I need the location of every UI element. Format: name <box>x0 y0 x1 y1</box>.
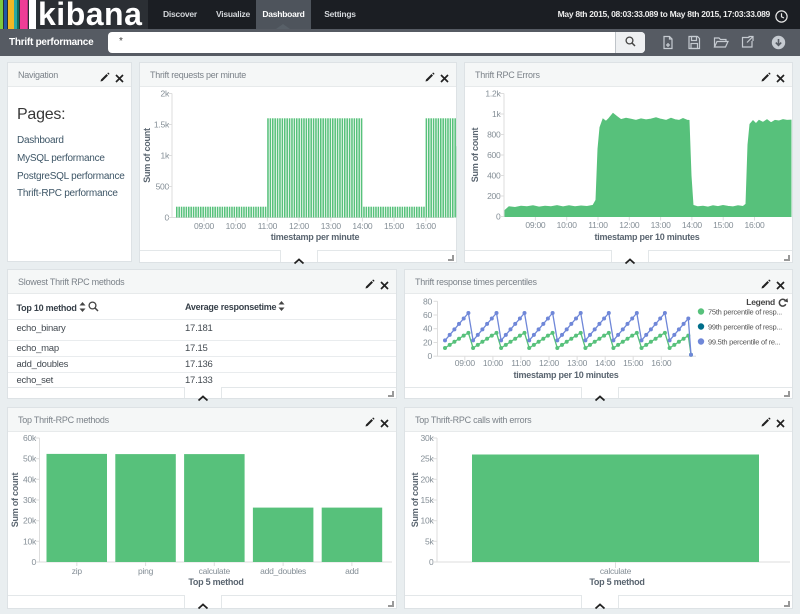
svg-text:timestamp per minute: timestamp per minute <box>271 232 360 242</box>
svg-text:12:00: 12:00 <box>539 358 560 368</box>
svg-text:timestamp per 10 minutes: timestamp per 10 minutes <box>594 232 699 242</box>
svg-text:09:00: 09:00 <box>455 358 476 368</box>
svg-text:11:00: 11:00 <box>258 221 278 231</box>
svg-text:40: 40 <box>423 324 432 334</box>
svg-text:Legend: Legend <box>746 297 775 307</box>
svg-text:400: 400 <box>487 171 501 181</box>
svg-text:15:00: 15:00 <box>623 358 644 368</box>
svg-text:75th percentile of resp...: 75th percentile of resp... <box>708 308 782 317</box>
svg-text:50k: 50k <box>23 454 37 464</box>
svg-text:calculate: calculate <box>199 566 231 576</box>
svg-text:timestamp per 10 minutes: timestamp per 10 minutes <box>513 370 618 380</box>
svg-text:14:00: 14:00 <box>682 220 703 230</box>
svg-text:Top 5 method: Top 5 method <box>589 577 644 587</box>
svg-text:10:00: 10:00 <box>226 221 247 231</box>
svg-text:Top 5 method: Top 5 method <box>188 577 243 587</box>
svg-text:500: 500 <box>156 182 170 192</box>
svg-text:15:00: 15:00 <box>713 220 734 230</box>
svg-text:16:00: 16:00 <box>651 358 672 368</box>
svg-text:09:00: 09:00 <box>194 221 215 231</box>
svg-text:14:00: 14:00 <box>595 358 616 368</box>
svg-text:Sum of count: Sum of count <box>142 128 152 183</box>
svg-text:30k: 30k <box>421 433 435 443</box>
svg-text:12:00: 12:00 <box>289 221 310 231</box>
svg-text:10k: 10k <box>23 536 37 546</box>
svg-text:13:00: 13:00 <box>567 358 588 368</box>
svg-text:60k: 60k <box>23 433 37 443</box>
svg-text:11:00: 11:00 <box>588 220 608 230</box>
svg-text:15:00: 15:00 <box>384 221 405 231</box>
svg-text:40k: 40k <box>23 474 37 484</box>
svg-text:13:00: 13:00 <box>651 220 672 230</box>
svg-text:10k: 10k <box>421 516 435 526</box>
svg-text:25k: 25k <box>421 454 435 464</box>
svg-text:14:00: 14:00 <box>352 221 373 231</box>
svg-text:12:00: 12:00 <box>619 220 640 230</box>
svg-text:add_doubles: add_doubles <box>260 566 306 576</box>
svg-text:99th percentile of resp...: 99th percentile of resp... <box>708 323 782 332</box>
svg-text:1.2k: 1.2k <box>485 89 501 99</box>
svg-text:10:00: 10:00 <box>483 358 504 368</box>
svg-text:20k: 20k <box>23 516 37 526</box>
svg-text:20: 20 <box>423 338 432 348</box>
svg-text:200: 200 <box>487 191 501 201</box>
svg-text:zip: zip <box>72 566 83 576</box>
svg-text:15k: 15k <box>421 495 435 505</box>
svg-text:16:00: 16:00 <box>744 220 765 230</box>
svg-text:calculate: calculate <box>600 566 632 576</box>
svg-text:60: 60 <box>423 310 432 320</box>
svg-text:09:00: 09:00 <box>525 220 546 230</box>
svg-text:1.5k: 1.5k <box>154 120 170 130</box>
svg-text:20k: 20k <box>421 474 435 484</box>
svg-text:11:00: 11:00 <box>511 358 531 368</box>
svg-text:add: add <box>345 566 359 576</box>
svg-text:80: 80 <box>423 296 432 306</box>
svg-text:16:00: 16:00 <box>416 221 437 231</box>
svg-text:10:00: 10:00 <box>557 220 578 230</box>
svg-text:13:00: 13:00 <box>321 221 342 231</box>
svg-text:ping: ping <box>138 566 154 576</box>
svg-text:Sum of count: Sum of count <box>470 128 480 183</box>
svg-text:Sum of count: Sum of count <box>10 473 20 528</box>
svg-text:Sum of count: Sum of count <box>410 473 420 528</box>
svg-text:0: 0 <box>428 351 433 361</box>
svg-text:30k: 30k <box>23 495 37 505</box>
svg-text:99.5th percentile of re...: 99.5th percentile of re... <box>708 338 780 347</box>
svg-text:600: 600 <box>487 150 501 160</box>
svg-text:800: 800 <box>487 130 501 140</box>
